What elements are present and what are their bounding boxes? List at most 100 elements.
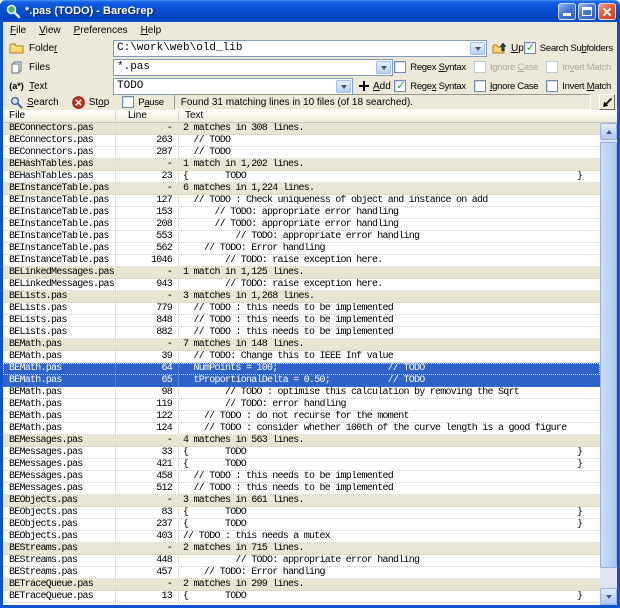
- search-subfolders-checkbox[interactable]: Search Subfolders: [523, 41, 613, 54]
- result-row[interactable]: BEObjects.pas 237 { TODO }: [3, 519, 600, 531]
- stop-button[interactable]: Stop: [71, 95, 109, 109]
- result-line-cell: 562: [116, 243, 179, 254]
- result-text-cell: // TODO : Check uniqueness of object and…: [183, 195, 489, 206]
- result-file-cell: BETraceQueue.pas: [3, 591, 116, 602]
- result-row[interactable]: BEInstanceTable.pas 127 // TODO : Check …: [3, 195, 600, 207]
- text-ignore-case-checkbox[interactable]: Ignore Case: [473, 80, 539, 92]
- result-row[interactable]: BELists.pas - 3 matches in 1,268 lines.: [3, 291, 600, 303]
- result-line-cell: 64: [116, 363, 179, 374]
- text-pattern-icon: (a*): [9, 81, 24, 91]
- result-row[interactable]: BEMessages.pas 421 { TODO }: [3, 459, 600, 471]
- result-row[interactable]: BEMath.pas - 7 matches in 148 lines.: [3, 339, 600, 351]
- pause-checkbox[interactable]: Pause: [122, 96, 164, 108]
- result-row[interactable]: BEMessages.pas 33 { TODO }: [3, 447, 600, 459]
- minimize-button[interactable]: [558, 2, 576, 20]
- text-invert-match-checkbox[interactable]: Invert Match: [546, 80, 611, 92]
- scroll-down-button[interactable]: [600, 588, 617, 605]
- search-button[interactable]: Search: [10, 96, 59, 109]
- result-row[interactable]: BEObjects.pas - 3 matches in 661 lines.: [3, 495, 600, 507]
- result-row[interactable]: BEObjects.pas 403 // TODO : this needs a…: [3, 531, 600, 543]
- files-combobox[interactable]: *.pas: [113, 58, 393, 76]
- result-row[interactable]: BEStreams.pas 457 // TODO: Error handlin…: [3, 567, 600, 579]
- result-row[interactable]: BEMath.pas 39 // TODO: Change this to IE…: [3, 351, 600, 363]
- menu-item[interactable]: View: [34, 24, 66, 37]
- files-value[interactable]: *.pas: [114, 60, 375, 75]
- result-row[interactable]: BEMessages.pas - 4 matches in 563 lines.: [3, 435, 600, 447]
- up-button[interactable]: Up: [492, 42, 524, 54]
- result-row[interactable]: BEConnectors.pas 287 // TODO: [3, 147, 600, 159]
- result-row[interactable]: BEInstanceTable.pas 553 // TODO: appropr…: [3, 231, 600, 243]
- files-ignore-case-checkbox[interactable]: Ignore Case: [473, 61, 539, 73]
- result-row[interactable]: BELinkedMessages.pas - 1 match in 1,125 …: [3, 267, 600, 279]
- result-row[interactable]: BEMessages.pas 458 // TODO : this needs …: [3, 471, 600, 483]
- result-row[interactable]: BEMath.pas 119 // TODO: error handling: [3, 399, 600, 411]
- result-row[interactable]: BEInstanceTable.pas 208 // TODO: appropr…: [3, 219, 600, 231]
- search-subfolders-label: Search Subfolders: [539, 42, 613, 54]
- result-row[interactable]: BEInstanceTable.pas 1046 // TODO: raise …: [3, 255, 600, 267]
- result-row[interactable]: BEInstanceTable.pas 562 // TODO: Error h…: [3, 243, 600, 255]
- result-row[interactable]: BEMessages.pas 512 // TODO : this needs …: [3, 483, 600, 495]
- result-row[interactable]: BEInstanceTable.pas 153 // TODO: appropr…: [3, 207, 600, 219]
- result-row[interactable]: BELists.pas 779 // TODO : this needs to …: [3, 303, 600, 315]
- files-label: Files: [29, 61, 51, 73]
- pointer-tool-button[interactable]: [599, 94, 615, 110]
- result-line-cell: 122: [116, 411, 179, 422]
- result-row[interactable]: BEMath.pas 98 // TODO : optimise this ca…: [3, 387, 600, 399]
- column-header-line[interactable]: Line: [116, 110, 179, 123]
- text-combobox[interactable]: TODO: [113, 77, 353, 95]
- result-file-cell: BEMath.pas: [3, 423, 116, 434]
- vertical-scrollbar[interactable]: [600, 123, 617, 605]
- result-file-cell: BEConnectors.pas: [3, 135, 116, 146]
- result-row[interactable]: BEMath.pas 65 tProportionalDelta = 0.50;…: [3, 375, 600, 387]
- result-row[interactable]: BELinkedMessages.pas 943 // TODO: raise …: [3, 279, 600, 291]
- result-row[interactable]: BELists.pas 848 // TODO : this needs to …: [3, 315, 600, 327]
- menu-item[interactable]: Preferences: [69, 24, 133, 37]
- menu-item[interactable]: File: [5, 24, 31, 37]
- result-row[interactable]: BEObjects.pas 83 { TODO }: [3, 507, 600, 519]
- result-row[interactable]: BEHashTables.pas 23 { TODO }: [3, 171, 600, 183]
- text-value[interactable]: TODO: [114, 79, 335, 94]
- result-text-cell: { TODO }: [183, 519, 583, 530]
- result-row[interactable]: BETraceQueue.pas 13 { TODO }: [3, 591, 600, 603]
- text-regex-syntax-checkbox[interactable]: Regex Syntax: [394, 79, 466, 92]
- baregrep-window: *.pas (TODO) - BareGrep File View Prefer…: [0, 0, 620, 608]
- result-text-cell: // TODO: raise exception here.: [183, 279, 383, 290]
- close-button[interactable]: [598, 2, 616, 20]
- result-row[interactable]: BEStreams.pas 448 // TODO: appropriate e…: [3, 555, 600, 567]
- scrollbar-thumb[interactable]: [600, 142, 617, 568]
- result-row[interactable]: BEMath.pas 124 // TODO : consider whethe…: [3, 423, 600, 435]
- column-header-text[interactable]: Text: [179, 110, 617, 123]
- folder-combobox[interactable]: C:\work\web\old_lib: [113, 39, 487, 57]
- result-text-cell: 4 matches in 563 lines.: [183, 435, 305, 446]
- result-row[interactable]: BEConnectors.pas 263 // TODO: [3, 135, 600, 147]
- scroll-up-button[interactable]: [600, 123, 617, 140]
- text-ignore-case-label: Ignore Case: [489, 80, 539, 92]
- files-invert-match-checkbox[interactable]: Invert Match: [546, 61, 611, 73]
- folder-dropdown-arrow[interactable]: [470, 41, 485, 55]
- plus-icon: [359, 81, 369, 91]
- result-row[interactable]: BETraceQueue.pas - 2 matches in 299 line…: [3, 579, 600, 591]
- result-row[interactable]: BEMath.pas 122 // TODO : do not recurse …: [3, 411, 600, 423]
- folder-label: Folder: [29, 42, 58, 54]
- result-line-cell: 65: [116, 375, 179, 386]
- result-file-cell: BEConnectors.pas: [3, 147, 116, 158]
- result-text-cell: 6 matches in 1,224 lines.: [183, 183, 315, 194]
- menu-item[interactable]: Help: [136, 24, 167, 37]
- result-row[interactable]: BEStreams.pas - 2 matches in 715 lines.: [3, 543, 600, 555]
- add-button[interactable]: Add: [359, 81, 391, 92]
- column-header-file[interactable]: File: [3, 110, 116, 123]
- result-row[interactable]: BELists.pas 882 // TODO : this needs to …: [3, 327, 600, 339]
- result-row[interactable]: BEInstanceTable.pas - 6 matches in 1,224…: [3, 183, 600, 195]
- text-dropdown-arrow[interactable]: [336, 79, 351, 93]
- result-row[interactable]: BEConnectors.pas - 2 matches in 308 line…: [3, 123, 600, 135]
- result-row[interactable]: BEHashTables.pas - 1 match in 1,202 line…: [3, 159, 600, 171]
- title-bar[interactable]: *.pas (TODO) - BareGrep: [0, 0, 620, 22]
- files-dropdown-arrow[interactable]: [376, 60, 391, 74]
- search-button-label: Search: [27, 96, 59, 108]
- folder-value[interactable]: C:\work\web\old_lib: [114, 41, 469, 56]
- result-line-cell: 553: [116, 231, 179, 242]
- result-row[interactable]: BEMath.pas 64 NumPoints = 100; // TODO: [3, 363, 600, 375]
- files-regex-syntax-checkbox[interactable]: Regex Syntax: [394, 61, 466, 73]
- checkbox-box: [473, 80, 486, 92]
- maximize-button[interactable]: [578, 2, 596, 20]
